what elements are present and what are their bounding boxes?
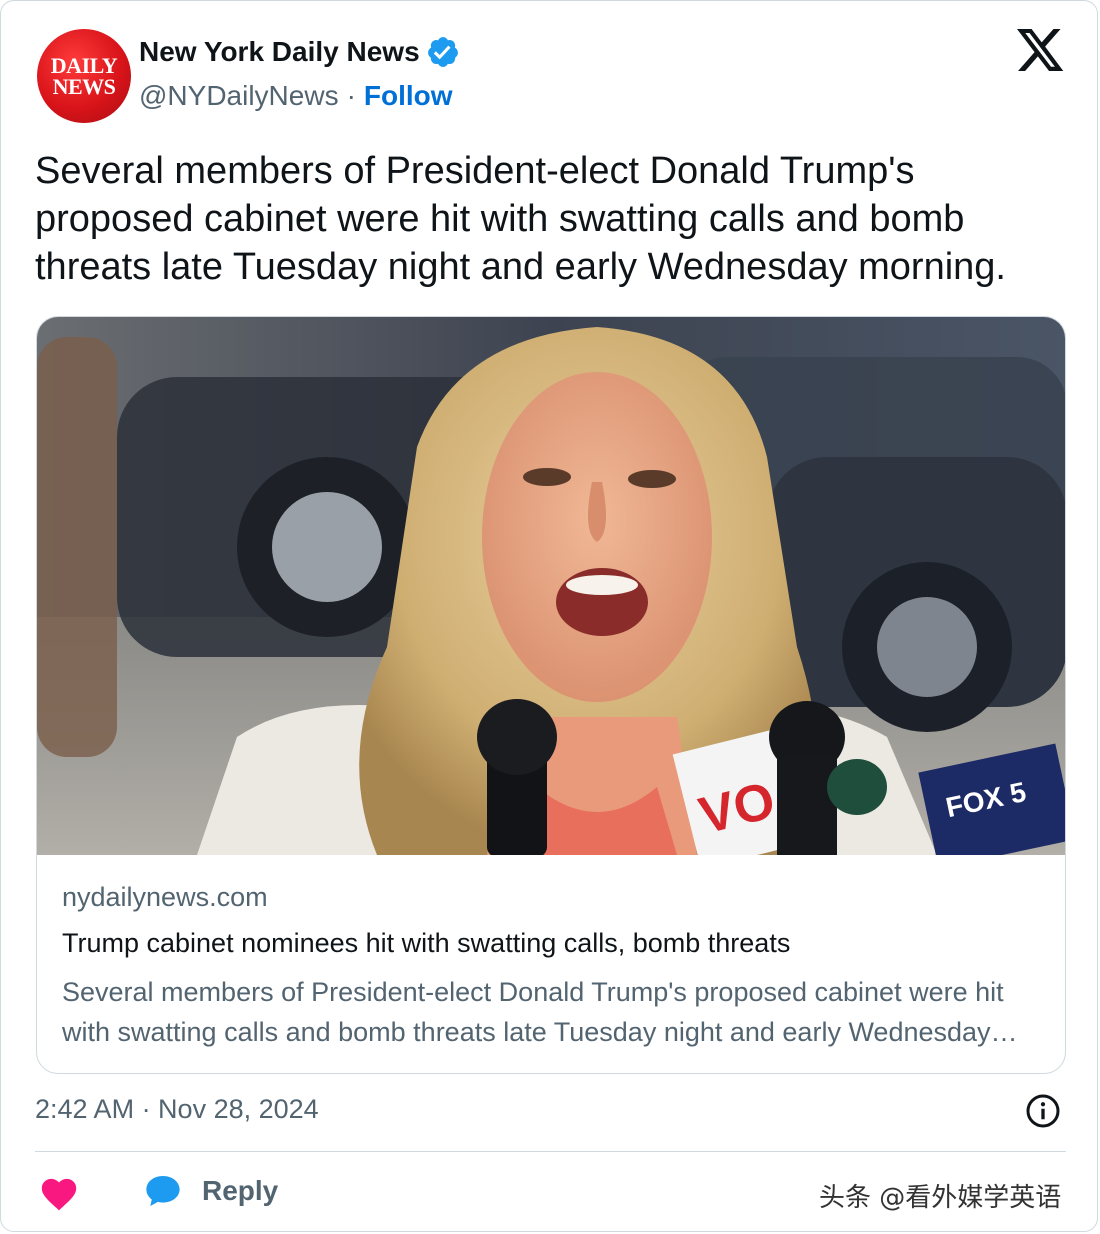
tweet-timestamp[interactable]: 2:42 AM · Nov 28, 2024 [35, 1094, 319, 1125]
heart-icon[interactable] [39, 1175, 79, 1211]
avatar-logo-line2: NEWS [52, 74, 116, 99]
avatar[interactable]: DAILY NEWS [37, 29, 131, 123]
tweet-embed-card: DAILY NEWS New York Daily News @NYDailyN… [0, 0, 1098, 1232]
reply-label: Reply [202, 1175, 279, 1206]
handle-separator: · [346, 80, 356, 111]
author-handle-row: @NYDailyNews · Follow [139, 80, 453, 112]
source-watermark: 头条 @看外媒学英语 [819, 1183, 1062, 1213]
author-display-name[interactable]: New York Daily News [139, 36, 420, 68]
avatar-logo-line1: DAILY [50, 53, 118, 78]
verified-badge-icon [427, 37, 458, 67]
link-card-domain: nydailynews.com [62, 882, 268, 912]
link-preview-card[interactable]: VOA FOX 5 nydailynews.com Trump cabinet … [36, 316, 1066, 1074]
follow-button[interactable]: Follow [364, 80, 453, 112]
reply-bubble-icon [146, 1175, 180, 1207]
tweet-text: Several members of President-elect Donal… [35, 150, 1006, 288]
author-name-row: New York Daily News [139, 35, 460, 69]
link-card-title: Trump cabinet nominees hit with swatting… [62, 928, 791, 958]
reply-button[interactable]: Reply [144, 1173, 278, 1209]
footer-divider [35, 1151, 1066, 1152]
x-logo-icon[interactable] [1017, 29, 1065, 73]
author-handle[interactable]: @NYDailyNews [139, 80, 339, 112]
link-card-text: nydailynews.com Trump cabinet nominees h… [62, 882, 1042, 1052]
article-photo: VOA FOX 5 [37, 317, 1065, 855]
info-icon[interactable] [1025, 1093, 1061, 1129]
link-card-description: Several members of President-elect Donal… [62, 977, 1004, 1047]
